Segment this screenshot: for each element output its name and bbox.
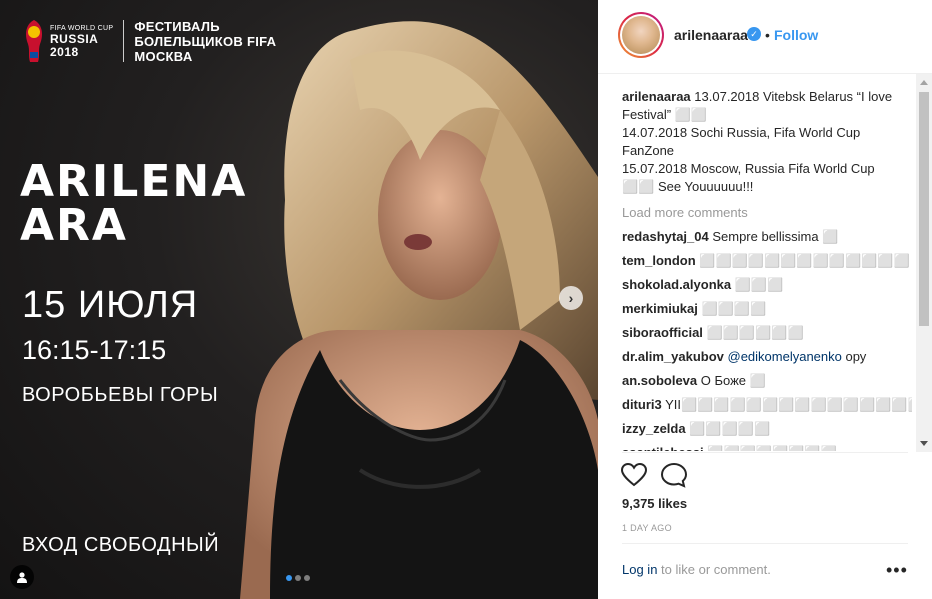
comment-username-link[interactable]: izzy_zelda (622, 421, 686, 436)
carousel-dot (304, 575, 310, 581)
comment-mention-link[interactable]: @edikomelyanenko (724, 349, 842, 364)
comment-item: tem_london ⬜⬜⬜⬜⬜⬜⬜⬜⬜⬜⬜⬜⬜ (622, 252, 912, 270)
comment-item: an.soboleva О Боже ⬜ (622, 372, 912, 390)
comment-item: shokolad.alyonka ⬜⬜⬜ (622, 276, 912, 294)
post-sidebar: arilenaaraa ✓ • Follow arilenaaraa 13.07… (598, 0, 932, 599)
comment-text: ⬜⬜⬜ (731, 277, 784, 292)
comments-list[interactable]: arilenaaraa 13.07.2018 Vitebsk Belarus “… (622, 88, 912, 451)
follow-button[interactable]: Follow (774, 27, 818, 43)
comments-scrollbar[interactable] (916, 74, 932, 452)
comment-item: dituri3 YII⬜⬜⬜⬜⬜⬜⬜⬜⬜⬜⬜⬜⬜⬜⬜⬜⬜⬜ (622, 396, 912, 414)
load-more-comments-link[interactable]: Load more comments (622, 204, 912, 222)
verified-icon: ✓ (747, 27, 761, 41)
comment-text: ⬜⬜⬜⬜⬜⬜⬜⬜⬜⬜⬜⬜⬜ (695, 253, 910, 268)
comment-item: merkimiukaj ⬜⬜⬜⬜ (622, 300, 912, 318)
header-separator: • (765, 27, 770, 43)
cup-year: 2018 (50, 44, 79, 59)
post-image[interactable]: FIFA WORLD CUP RUSSIA 2018 ФЕСТИВАЛЬ БОЛ… (0, 0, 598, 599)
avatar-image (622, 16, 660, 54)
comment-username-link[interactable]: dituri3 (622, 397, 662, 412)
user-icon (17, 572, 27, 583)
post-caption: arilenaaraa 13.07.2018 Vitebsk Belarus “… (622, 88, 912, 196)
heart-icon[interactable] (620, 462, 648, 488)
comment-username-link[interactable]: dr.alim_yakubov (622, 349, 724, 364)
comment-username-link[interactable]: redashytaj_04 (622, 229, 709, 244)
comment-username-link[interactable]: siboraofficial (622, 325, 703, 340)
fifa-emblem-icon (26, 20, 42, 62)
comment-item: redashytaj_04 Sempre bellissima ⬜ (622, 228, 912, 246)
comment-text: YII⬜⬜⬜⬜⬜⬜⬜⬜⬜⬜⬜⬜⬜⬜⬜⬜⬜⬜ (665, 397, 912, 412)
post-header: arilenaaraa ✓ • Follow (598, 0, 932, 74)
caption-username-link[interactable]: arilenaaraa (622, 89, 691, 104)
comment-username-link[interactable]: shokolad.alyonka (622, 277, 731, 292)
caption-emoji-2: ⬜⬜ (622, 179, 655, 194)
avatar[interactable] (618, 12, 664, 58)
carousel-dot-active (286, 575, 292, 581)
cup-country: RUSSIA (50, 31, 99, 46)
event-entry: ВХОД СВОБОДНЫЙ (22, 534, 220, 556)
comment-text: О Боже ⬜ (697, 373, 766, 388)
artist-name-line-1: ARILENA (20, 156, 248, 207)
comment-text: ⬜⬜⬜⬜⬜⬜ (702, 325, 804, 340)
comment-icon[interactable] (660, 462, 688, 488)
comment-item: ssantilchessi ⬜⬜⬜⬜⬜⬜⬜⬜ (622, 444, 912, 451)
caption-emoji-1: ⬜⬜ (674, 107, 708, 122)
login-link[interactable]: Log in (622, 562, 657, 577)
comment-item: izzy_zelda ⬜⬜⬜⬜⬜ (622, 420, 912, 438)
comment-text: ⬜⬜⬜⬜ (697, 301, 767, 316)
event-place: ВОРОБЬЕВЫ ГОРЫ (22, 384, 219, 406)
comment-item: siboraofficial ⬜⬜⬜⬜⬜⬜ (622, 324, 912, 342)
comment-text: ⬜⬜⬜⬜⬜⬜⬜⬜ (704, 445, 837, 451)
more-options-icon[interactable]: ••• (886, 561, 908, 579)
festival-line-1: ФЕСТИВАЛЬ (134, 18, 220, 34)
caption-text-2: 14.07.2018 Sochi Russia, Fifa World Cup … (622, 125, 861, 158)
artist-name: ARILENA ARA (20, 160, 280, 248)
login-prompt: Log in to like or comment. (622, 562, 771, 577)
comment-username-link[interactable]: tem_london (622, 253, 696, 268)
login-prompt-text: to like or comment. (657, 562, 771, 577)
comment-text: ⬜⬜⬜⬜⬜ (685, 421, 771, 436)
scrollbar-thumb[interactable] (919, 92, 929, 326)
comment-username-link[interactable]: an.soboleva (622, 373, 697, 388)
divider (622, 543, 908, 544)
tagged-users-button[interactable] (10, 565, 34, 589)
comment-item: dr.alim_yakubov @edikomelyanenko ору (622, 348, 912, 366)
fifa-festival-logo: FIFA WORLD CUP RUSSIA 2018 ФЕСТИВАЛЬ БОЛ… (22, 18, 276, 64)
caption-text-3: 15.07.2018 Moscow, Russia Fifa World Cup (622, 161, 875, 176)
comment-username-link[interactable]: ssantilchessi (622, 445, 704, 451)
logo-divider (123, 20, 125, 62)
header-username-link[interactable]: arilenaaraa (674, 27, 748, 43)
likes-count[interactable]: 9,375 likes (622, 496, 687, 511)
scroll-down-arrow-icon[interactable] (920, 441, 928, 446)
scroll-up-arrow-icon[interactable] (920, 80, 928, 85)
comment-text: Sempre bellissima ⬜ (708, 229, 839, 244)
comment-text: ору (841, 349, 867, 364)
festival-line-2: БОЛЕЛЬЩИКОВ FIFA (134, 33, 277, 49)
carousel-next-button[interactable]: › (559, 286, 583, 310)
carousel-dot (295, 575, 301, 581)
divider (622, 452, 908, 453)
festival-city: МОСКВА (134, 48, 193, 64)
event-time: 16:15-17:15 (22, 335, 167, 365)
event-date: 15 ИЮЛЯ (22, 284, 199, 326)
comment-username-link[interactable]: merkimiukaj (622, 301, 698, 316)
post-timestamp: 1 DAY AGO (622, 523, 672, 533)
caption-text-4: See Youuuuuu!!! (654, 179, 754, 194)
artist-name-line-2: ARA (20, 200, 128, 251)
carousel-indicator (286, 575, 310, 581)
chevron-right-icon: › (568, 290, 574, 306)
